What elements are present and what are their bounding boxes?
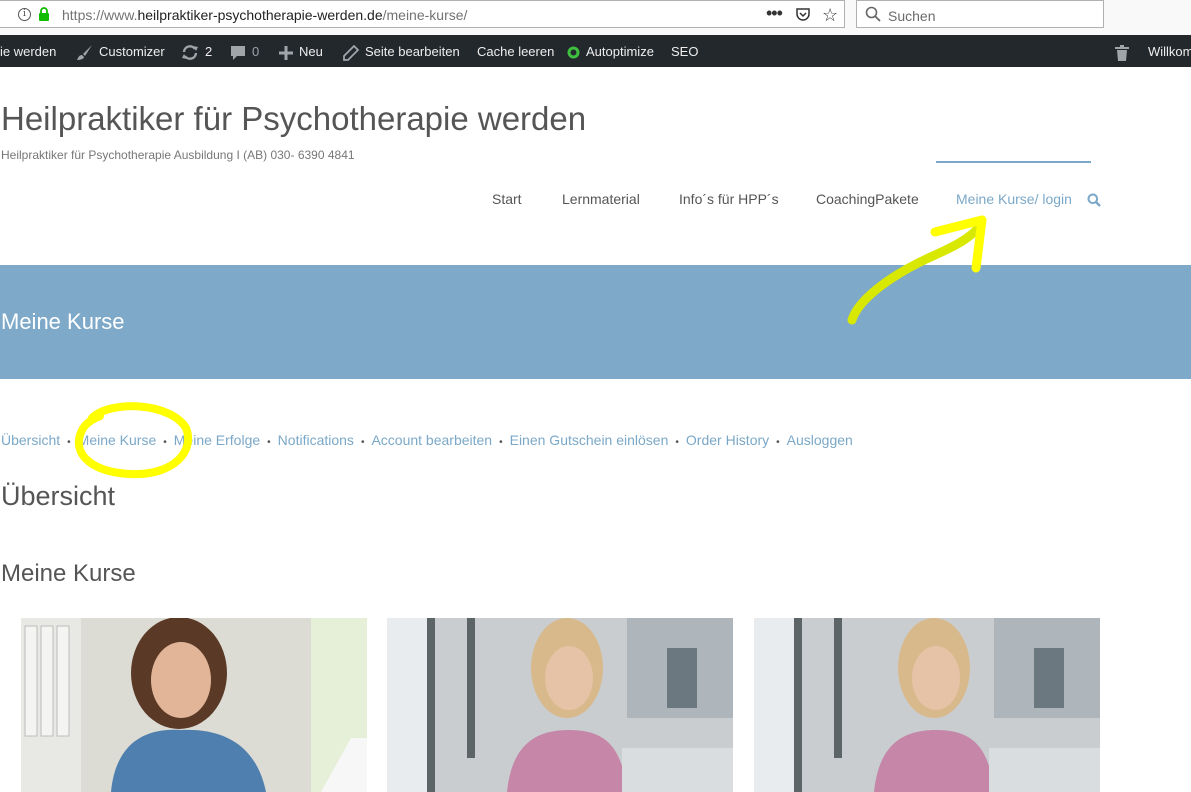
account-nav-order-history[interactable]: Order History [686, 432, 769, 448]
url-bar[interactable]: i https://www.heilpraktiker-psychotherap… [0, 0, 845, 28]
course-photo [21, 618, 367, 792]
account-nav-uebersicht[interactable]: Übersicht [1, 432, 60, 448]
account-nav-meine-erfolge[interactable]: Meine Erfolge [174, 432, 260, 448]
admin-trash[interactable] [1115, 35, 1135, 67]
admin-new-label: Neu [299, 44, 323, 59]
admin-autoptimize-label: Autoptimize [586, 44, 654, 59]
admin-edit-page[interactable]: Seite bearbeiten [343, 35, 460, 67]
search-placeholder: Suchen [888, 8, 936, 24]
pencil-icon [343, 44, 359, 61]
nav-separator: • [267, 437, 271, 448]
admin-customizer[interactable]: Customizer [76, 35, 165, 67]
admin-welcome[interactable]: Willkom [1148, 35, 1191, 67]
pocket-icon[interactable] [795, 7, 811, 23]
nav-item-meine-kurse[interactable]: Meine Kurse/ login [956, 191, 1072, 207]
updates-icon [182, 45, 198, 60]
account-nav-notifications[interactable]: Notifications [278, 432, 354, 448]
overview-heading: Übersicht [1, 481, 116, 511]
trash-icon [1115, 44, 1129, 61]
nav-item-coachingpakete[interactable]: CoachingPakete [816, 191, 919, 207]
nav-search-icon[interactable] [1087, 193, 1101, 207]
nav-separator: • [675, 437, 679, 448]
bookmark-star-icon[interactable]: ☆ [822, 5, 838, 26]
course-photo [754, 618, 1100, 792]
nav-separator: • [499, 437, 503, 448]
admin-new[interactable]: Neu [279, 35, 323, 67]
admin-clear-cache[interactable]: Cache leeren [477, 35, 554, 67]
annotation-arrow-head [930, 215, 987, 273]
page-actions-icon[interactable]: ••• [766, 3, 783, 24]
url-path: /meine-kurse/ [382, 7, 468, 23]
admin-edit-page-label: Seite bearbeiten [365, 44, 460, 59]
browser-search-input[interactable]: Suchen [856, 0, 1104, 28]
site-title[interactable]: Heilpraktiker für Psychotherapie werden [1, 100, 586, 138]
admin-site-name[interactable]: ie werden [0, 35, 56, 67]
nav-separator: • [776, 437, 780, 448]
browser-toolbar: i https://www.heilpraktiker-psychotherap… [0, 0, 1191, 35]
admin-comments[interactable]: 0 [230, 35, 259, 67]
account-nav-gutschein[interactable]: Einen Gutschein einlösen [510, 432, 669, 448]
page-title: Meine Kurse [1, 309, 125, 334]
lock-icon[interactable] [38, 7, 50, 21]
page-banner [0, 265, 1191, 379]
admin-autoptimize[interactable]: Autoptimize [567, 35, 654, 67]
course-card-image[interactable] [21, 618, 367, 792]
url-domain: heilpraktiker-psychotherapie-werden.de [137, 7, 383, 23]
admin-bar: ie werden Customizer 2 0 Neu Seite bearb… [0, 35, 1191, 67]
nav-item-lernmaterial[interactable]: Lernmaterial [562, 191, 640, 207]
account-nav-ausloggen[interactable]: Ausloggen [787, 432, 853, 448]
nav-separator: • [67, 437, 71, 448]
status-circle-icon [567, 46, 580, 59]
url-text[interactable]: https://www.heilpraktiker-psychotherapie… [62, 7, 467, 23]
nav-item-infos[interactable]: Info´s für HPP´s [679, 191, 779, 207]
nav-separator: • [360, 437, 365, 448]
plus-icon [279, 45, 293, 60]
admin-updates[interactable]: 2 [181, 35, 212, 67]
admin-seo[interactable]: SEO [671, 35, 698, 67]
course-card-image[interactable] [754, 618, 1100, 792]
brush-icon [77, 45, 92, 61]
search-icon [865, 6, 881, 22]
nav-separator: • [163, 437, 167, 448]
url-scheme: https://www. [62, 7, 138, 23]
course-card-image[interactable] [387, 618, 733, 792]
site-tagline: Heilpraktiker für Psychotherapie Ausbild… [1, 148, 355, 162]
nav-active-indicator [936, 161, 1091, 163]
admin-customizer-label: Customizer [99, 44, 165, 59]
admin-comments-count: 0 [252, 44, 260, 59]
courses-heading: Meine Kurse [1, 560, 136, 587]
account-nav-account-bearbeiten[interactable]: Account bearbeiten [371, 432, 492, 448]
nav-item-start[interactable]: Start [492, 191, 522, 207]
account-nav: Übersicht • Meine Kurse • Meine Erfolge • Noti… [1, 432, 853, 448]
info-icon[interactable]: i [18, 8, 31, 21]
admin-updates-count: 2 [205, 44, 213, 59]
account-nav-meine-kurse[interactable]: Meine Kurse [78, 432, 157, 448]
course-photo [387, 618, 733, 792]
comment-icon [231, 45, 245, 60]
